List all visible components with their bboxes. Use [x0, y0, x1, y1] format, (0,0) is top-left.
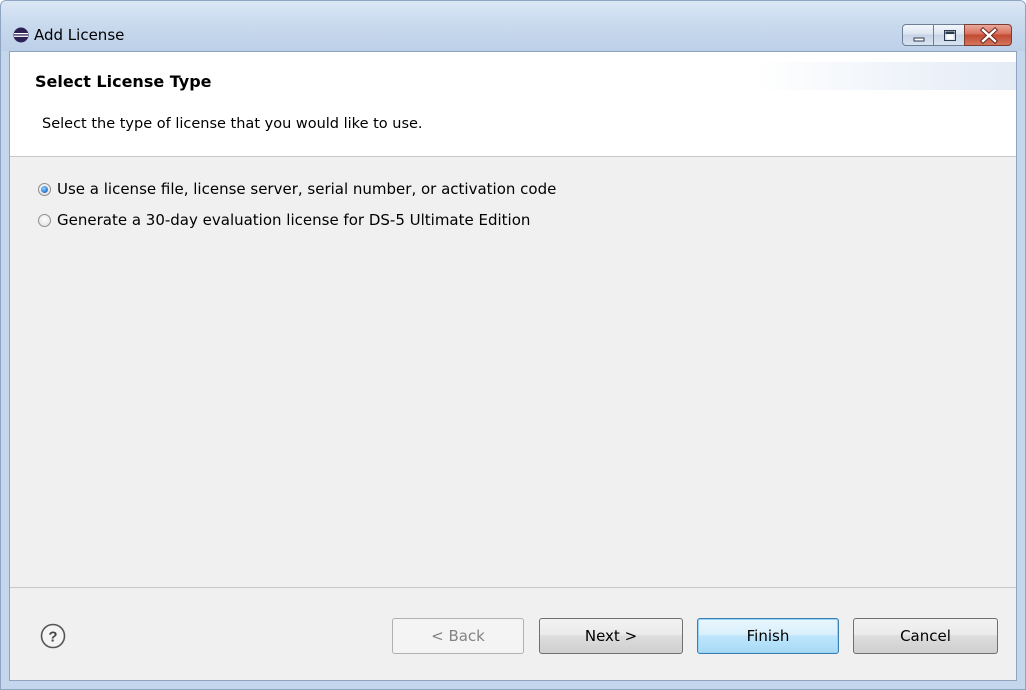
- cancel-button[interactable]: Cancel: [853, 618, 998, 654]
- title-bar[interactable]: Add License: [1, 1, 1025, 51]
- close-icon: [980, 27, 998, 44]
- license-type-options: Use a license file, license server, seri…: [38, 178, 556, 240]
- back-button[interactable]: < Back: [392, 618, 524, 654]
- eclipse-icon: [13, 27, 29, 43]
- footer-separator: [10, 587, 1016, 588]
- svg-text:?: ?: [48, 629, 57, 646]
- wizard-header: Select License Type Select the type of l…: [10, 52, 1016, 157]
- finish-button[interactable]: Finish: [697, 618, 839, 654]
- header-banner: [756, 62, 1016, 90]
- minimize-button[interactable]: [902, 24, 934, 46]
- help-icon[interactable]: ?: [40, 623, 66, 649]
- radio-use-license-file[interactable]: [38, 182, 51, 196]
- dialog-client-area: Select License Type Select the type of l…: [9, 51, 1017, 681]
- window-title: Add License: [34, 26, 125, 44]
- add-license-window: Add License Select License Type Select t…: [0, 0, 1026, 690]
- option-use-license-file[interactable]: Use a license file, license server, seri…: [38, 178, 556, 200]
- maximize-button[interactable]: [933, 24, 965, 46]
- option-generate-evaluation[interactable]: Generate a 30-day evaluation license for…: [38, 209, 556, 231]
- page-description: Select the type of license that you woul…: [42, 116, 423, 132]
- window-controls: [902, 24, 1012, 48]
- option-label: Generate a 30-day evaluation license for…: [57, 211, 531, 229]
- close-button[interactable]: [964, 24, 1012, 46]
- maximize-icon: [944, 30, 956, 41]
- next-button[interactable]: Next >: [539, 618, 683, 654]
- page-title: Select License Type: [35, 72, 212, 91]
- radio-generate-evaluation[interactable]: [38, 213, 51, 227]
- option-label: Use a license file, license server, seri…: [57, 180, 557, 198]
- minimize-icon: [913, 37, 925, 42]
